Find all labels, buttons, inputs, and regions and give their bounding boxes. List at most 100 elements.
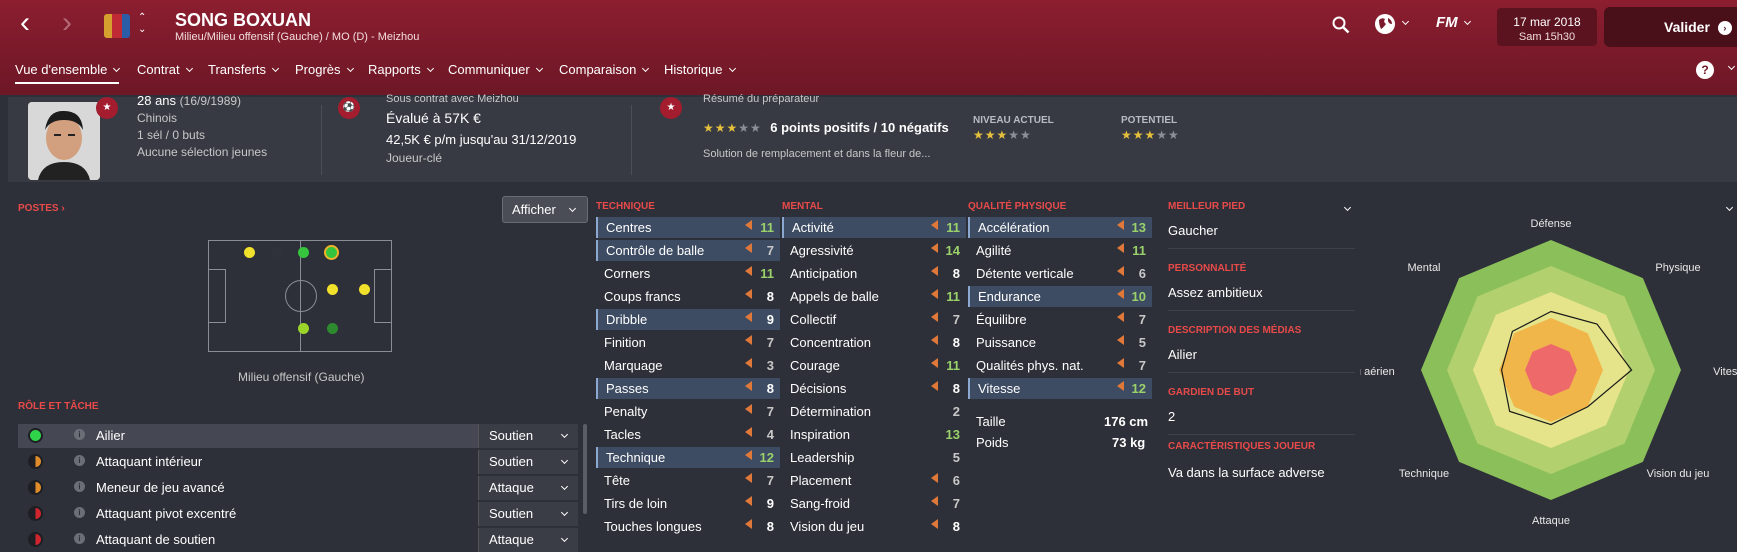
attribute-row[interactable]: Leadership 5	[782, 447, 966, 468]
attribute-row[interactable]: Contrôle de balle 7	[596, 240, 780, 261]
attribute-row[interactable]: Penalty 7	[596, 401, 780, 422]
attribute-value: 8	[952, 519, 960, 534]
tab-transfers[interactable]: Transferts	[208, 62, 280, 77]
attribute-row[interactable]: Concentration 8	[782, 332, 966, 353]
duty-dropdown[interactable]: Soutien	[478, 502, 578, 526]
player-switch-icon[interactable]: ⌃ ⌄	[138, 12, 146, 36]
role-row[interactable]: i Ailier Soutien	[18, 424, 578, 448]
fm-menu-button[interactable]: FM	[1436, 14, 1486, 40]
attribute-row[interactable]: Tirs de loin 9	[596, 493, 780, 514]
attribute-row[interactable]: Anticipation 8	[782, 263, 966, 284]
duty-dropdown[interactable]: Attaque	[478, 476, 578, 500]
info-icon[interactable]: i	[74, 429, 85, 440]
role-row[interactable]: i Attaquant pivot excentré Soutien	[18, 502, 578, 526]
position-weight-icon	[745, 427, 752, 437]
position-weight-icon	[745, 450, 752, 460]
coach-report-label: Résumé du préparateur	[703, 93, 820, 105]
tab-comparison[interactable]: Comparaison	[559, 62, 650, 77]
position-dot[interactable]	[272, 247, 283, 258]
tab-progress[interactable]: Progrès	[295, 62, 354, 77]
back-icon[interactable]: ‹	[20, 6, 30, 40]
attribute-row[interactable]: Agilité 11	[968, 240, 1152, 261]
position-weight-icon	[1117, 358, 1124, 368]
date-text: 17 mar 2018	[1513, 15, 1581, 29]
info-icon[interactable]: i	[74, 507, 85, 518]
date-widget[interactable]: 17 mar 2018 Sam 15h30	[1497, 8, 1597, 46]
player-positions: Milieu/Milieu offensif (Gauche) / MO (D)…	[175, 31, 420, 43]
chevron-down-icon	[560, 456, 569, 465]
attribute-row[interactable]: Tacles 4	[596, 424, 780, 445]
radar-axis-label: Physique	[1655, 262, 1700, 274]
tab-communicate[interactable]: Communiquer	[448, 62, 543, 77]
attribute-row[interactable]: Détermination 2	[782, 401, 966, 422]
attribute-row[interactable]: Centres 11	[596, 217, 780, 238]
tab-reports[interactable]: Rapports	[368, 62, 434, 77]
attribute-row[interactable]: Appels de balle 11	[782, 286, 966, 307]
attribute-row[interactable]: Corners 11	[596, 263, 780, 284]
globe-menu-button[interactable]	[1374, 13, 1420, 41]
coach-report-line[interactable]: ★★★★★ 6 points positifs / 10 négatifs	[703, 119, 949, 137]
attribute-row[interactable]: Placement 6	[782, 470, 966, 491]
afficher-dropdown[interactable]: Afficher	[502, 196, 588, 223]
info-icon[interactable]: i	[74, 455, 85, 466]
attribute-row[interactable]: Coups francs 8	[596, 286, 780, 307]
attribute-row[interactable]: Endurance 10	[968, 286, 1152, 307]
attribute-row[interactable]: Sang-froid 7	[782, 493, 966, 514]
attribute-name: Coups francs	[604, 289, 681, 304]
attribute-row[interactable]: Puissance 5	[968, 332, 1152, 353]
position-dot[interactable]	[327, 284, 338, 295]
attribute-row[interactable]: Agressivité 14	[782, 240, 966, 261]
chevron-down-icon	[642, 64, 650, 73]
attribute-row[interactable]: Vision du jeu 8	[782, 516, 966, 537]
position-dot[interactable]	[359, 284, 370, 295]
chevron-down-icon[interactable]	[1343, 203, 1352, 212]
attribute-row[interactable]: Inspiration 13	[782, 424, 966, 445]
role-row[interactable]: i Meneur de jeu avancé Attaque	[18, 476, 578, 500]
attribute-row[interactable]: Vitesse 12	[968, 378, 1152, 399]
roles-scrollbar[interactable]	[583, 424, 587, 514]
duty-dropdown[interactable]: Attaque	[478, 528, 578, 552]
duty-dropdown[interactable]: Soutien	[478, 424, 578, 448]
position-weight-icon	[1117, 220, 1124, 230]
attribute-row[interactable]: Technique 12	[596, 447, 780, 468]
attribute-row[interactable]: Équilibre 7	[968, 309, 1152, 330]
tab-overview[interactable]: Vue d'ensemble	[15, 62, 121, 84]
attribute-row[interactable]: Courage 11	[782, 355, 966, 376]
search-icon[interactable]	[1332, 16, 1350, 34]
tab-contract[interactable]: Contrat	[137, 62, 193, 77]
role-name: Attaquant de soutien	[96, 532, 216, 547]
tab-history[interactable]: Historique	[664, 62, 736, 77]
attribute-row[interactable]: Accélération 13	[968, 217, 1152, 238]
attribute-row[interactable]: Touches longues 8	[596, 516, 780, 537]
info-icon[interactable]: i	[74, 481, 85, 492]
attribute-row[interactable]: Tête 7	[596, 470, 780, 491]
valider-button[interactable]: Valider ›	[1604, 7, 1737, 47]
role-row[interactable]: i Attaquant intérieur Soutien	[18, 450, 578, 474]
position-dot[interactable]	[298, 323, 309, 334]
attribute-name: Touches longues	[604, 519, 702, 534]
attribute-row[interactable]: Détente verticale 6	[968, 263, 1152, 284]
duty-dropdown[interactable]: Soutien	[478, 450, 578, 474]
attribute-row[interactable]: Qualités phys. nat. 7	[968, 355, 1152, 376]
position-dot-selected[interactable]	[324, 245, 339, 260]
attribute-row[interactable]: Finition 7	[596, 332, 780, 353]
attribute-value: 7	[766, 335, 774, 350]
attribute-row[interactable]: Collectif 7	[782, 309, 966, 330]
player-age-line: 28 ans (16/9/1989)	[137, 93, 241, 108]
positions-header[interactable]: POSTES ›	[18, 203, 65, 214]
position-dot[interactable]	[298, 247, 309, 258]
attribute-row[interactable]: Décisions 8	[782, 378, 966, 399]
info-icon[interactable]: i	[74, 533, 85, 544]
forward-icon[interactable]: ›	[62, 6, 72, 40]
height-value: 176 cm	[1104, 414, 1149, 429]
position-dot[interactable]	[327, 323, 338, 334]
help-button[interactable]: ?	[1696, 61, 1714, 79]
position-weight-icon	[745, 220, 752, 230]
attribute-row[interactable]: Activité 11	[782, 217, 966, 238]
attribute-row[interactable]: Dribble 9	[596, 309, 780, 330]
attribute-value: 4	[766, 427, 774, 442]
attribute-row[interactable]: Passes 8	[596, 378, 780, 399]
attribute-row[interactable]: Marquage 3	[596, 355, 780, 376]
role-row[interactable]: i Attaquant de soutien Attaque	[18, 528, 578, 552]
position-dot[interactable]	[244, 247, 255, 258]
